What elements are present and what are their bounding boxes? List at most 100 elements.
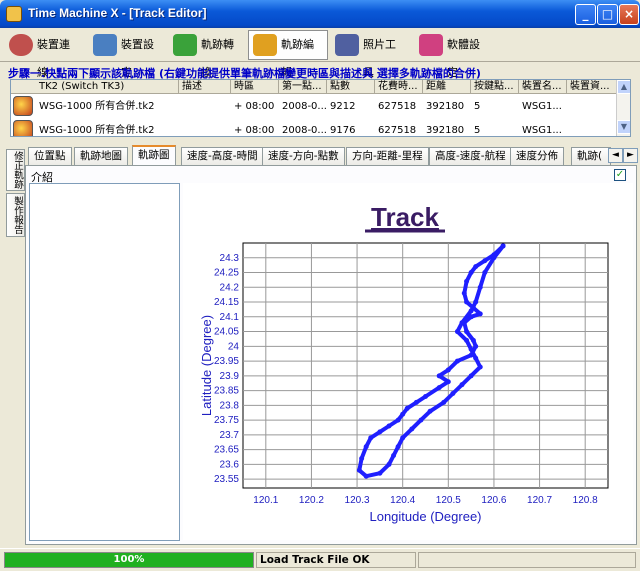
track-point (445, 379, 451, 385)
software-settings-icon (419, 34, 443, 56)
column-header[interactable]: 點數 (327, 80, 375, 94)
track-chart-svg: Track 120.1 120.2 120.3 120.4 120.5 120.6 120.7… (199, 202, 609, 524)
table-row[interactable]: WSG-1000 所有合併.tk2 + 08:00 2008-0... 9176… (11, 119, 618, 136)
scroll-down-icon[interactable]: ▼ (617, 120, 630, 134)
table-cell: 9212 (330, 101, 356, 112)
y-tick-label: 23.85 (214, 386, 239, 397)
tab-next-icon[interactable]: ► (623, 148, 638, 163)
status-message: Load Track File OK (256, 552, 416, 568)
track-list-scrollbar[interactable]: ▲ ▼ (616, 80, 630, 136)
maximize-button[interactable]: □ (597, 4, 618, 25)
x-tick-label: 120.7 (527, 495, 552, 506)
tab-speed-distribution[interactable]: 速度分佈 (510, 147, 564, 165)
y-tick-label: 23.8 (220, 400, 240, 411)
track-point (473, 299, 479, 305)
tab-track-map[interactable]: 軌跡地圖 (74, 147, 128, 165)
track-point (436, 385, 442, 391)
view-tabs: 位置點 軌跡地圖 軌跡圖 速度-高度-時間 速度-方向-點數 方向-距離-里程 … (28, 145, 638, 166)
track-point (500, 243, 506, 249)
table-cell: WSG-1000 所有合併.tk2 (39, 101, 155, 112)
column-header[interactable]: 距離 (423, 80, 471, 94)
table-cell (567, 95, 618, 118)
column-header[interactable]: 裝置資... (567, 80, 618, 94)
y-tick-label: 23.7 (220, 430, 240, 441)
track-point (459, 320, 465, 326)
y-tick-label: 24 (228, 341, 240, 352)
tab-speed-alt-time[interactable]: 速度-高度-時間 (181, 147, 264, 165)
x-tick-label: 120.4 (390, 495, 415, 506)
close-button[interactable]: × (619, 4, 639, 25)
track-point (482, 258, 488, 264)
device-connect-button[interactable]: 裝置連線 (4, 30, 80, 79)
x-axis-label: Longitude (Degree) (369, 509, 481, 524)
table-cell (179, 119, 231, 136)
track-point (436, 373, 442, 379)
track-convert-icon (173, 34, 197, 56)
track-file-list[interactable]: TK2 (Switch TK3) 描述 時區 第一點... 點數 花費時... … (10, 79, 631, 137)
intro-checkbox[interactable]: ✓ (614, 169, 626, 181)
title-bar[interactable]: Time Machine X - [Track Editor] _ □ × (0, 0, 640, 28)
device-connect-icon (9, 34, 33, 56)
table-row[interactable]: WSG-1000 所有合併.tk2 + 08:00 2008-0... 9212… (11, 95, 618, 118)
scroll-up-icon[interactable]: ▲ (617, 80, 630, 94)
track-point (454, 329, 460, 335)
column-header[interactable]: 時區 (231, 80, 279, 94)
tab-track-chart[interactable]: 軌跡圖 (132, 145, 176, 166)
table-cell: 392180 (426, 101, 465, 112)
track-point (464, 337, 470, 343)
app-icon (6, 6, 22, 22)
y-tick-label: 24.1 (220, 312, 240, 323)
track-point (363, 473, 369, 479)
track-point (368, 435, 374, 441)
tab-speed-dir-points[interactable]: 速度-方向-點數 (262, 147, 345, 165)
scroll-track[interactable] (617, 94, 630, 120)
y-axis-label: Latitude (Degree) (199, 315, 214, 416)
table-cell: 392180 (426, 125, 465, 136)
track-point (477, 364, 483, 370)
track-point (413, 399, 419, 405)
track-point (464, 299, 470, 305)
column-header[interactable]: 按鍵點... (471, 80, 519, 94)
x-tick-label: 120.6 (481, 495, 506, 506)
column-header[interactable]: TK2 (Switch TK3) (11, 80, 179, 94)
column-header[interactable]: 描述 (179, 80, 231, 94)
software-settings-button[interactable]: 軟體設定 (414, 30, 494, 79)
progress-bar: 100% (4, 552, 254, 568)
tab-prev-icon[interactable]: ◄ (608, 148, 623, 163)
track-point (356, 467, 362, 473)
main-toolbar: 裝置連線 裝置設定 軌跡轉換 軌跡編輯 照片工具 軟體設定 (0, 28, 640, 79)
column-header[interactable]: 裝置名... (519, 80, 567, 94)
column-header[interactable]: 花費時... (375, 80, 423, 94)
tab-dir-dist-mileage[interactable]: 方向-距離-里程 (346, 147, 429, 165)
track-point (464, 329, 470, 335)
track-point (473, 264, 479, 270)
device-settings-button[interactable]: 裝置設定 (88, 30, 166, 79)
x-tick-label: 120.8 (573, 495, 598, 506)
photo-tools-button[interactable]: 照片工具 (330, 30, 408, 79)
track-convert-button[interactable]: 軌跡轉換 (168, 30, 246, 79)
side-tab-fix-track[interactable]: 修正軌跡 (6, 149, 25, 191)
window-title: Time Machine X - [Track Editor] (28, 6, 207, 20)
track-point (391, 453, 397, 459)
tab-track-more[interactable]: 軌跡( (571, 147, 611, 165)
track-point (423, 393, 428, 399)
track-point (427, 408, 433, 414)
track-point (468, 270, 474, 276)
track-point (473, 343, 479, 349)
side-tab-make-report[interactable]: 製作報告 (6, 193, 25, 237)
track-point (461, 290, 467, 296)
y-tick-label: 23.9 (220, 371, 240, 382)
status-panel (418, 552, 636, 568)
track-point (459, 382, 465, 388)
tab-alt-speed-range[interactable]: 高度-速度-航程 (429, 147, 512, 165)
track-point (363, 444, 369, 450)
track-point (409, 426, 415, 432)
column-header[interactable]: 第一點... (279, 80, 327, 94)
intro-textbox[interactable] (29, 183, 180, 541)
track-edit-button[interactable]: 軌跡編輯 (248, 30, 328, 79)
table-cell: 2008-0... (282, 125, 327, 136)
tab-points[interactable]: 位置點 (28, 147, 72, 165)
x-tick-label: 120.5 (436, 495, 461, 506)
x-tick-label: 120.1 (253, 495, 278, 506)
minimize-button[interactable]: _ (575, 4, 596, 25)
